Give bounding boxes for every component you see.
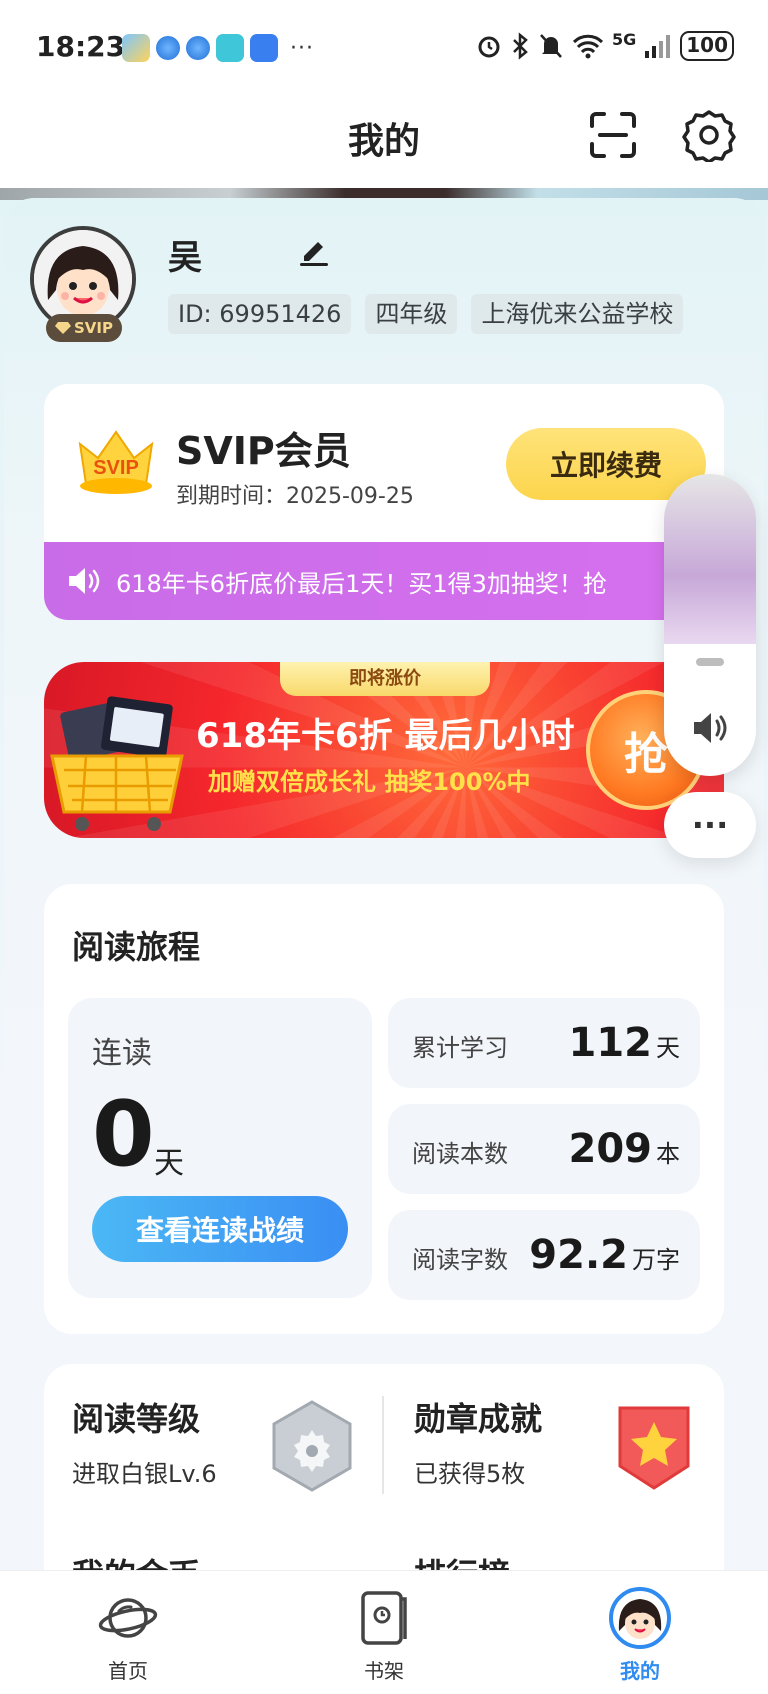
stat-unit: 万字 [632,1246,680,1274]
diamond-icon [55,322,71,334]
streak-box: 连读 0 天 查看连读战绩 [68,998,372,1298]
avatar[interactable]: SVIP [30,226,140,342]
planet-icon [98,1598,158,1638]
page-title: 我的 [347,121,420,162]
tab-mine[interactable]: 我的 [580,1587,700,1684]
tab-bookshelf-label: 书架 [364,1659,404,1683]
status-system-icons: 5G 100 [476,30,734,61]
volume-icon[interactable] [690,710,730,746]
shopping-cart-icon [50,696,184,831]
svip-expire-date: 到期时间：2025-09-25 [176,484,414,509]
user-id-chip: ID: 69951426 [168,294,352,334]
badges-count: 已获得5枚 [414,1460,526,1488]
stat-value: 209 [568,1126,653,1172]
scan-icon[interactable] [588,110,638,160]
grid-divider [382,1396,384,1494]
browser-app-icon [156,36,180,60]
profile-chips: ID: 69951426 四年级 上海优来公益学校 [168,294,684,334]
status-notification-icons: ··· [122,34,314,62]
svip-badge-label: SVIP [74,319,113,337]
crown-label: SVIP [93,457,139,479]
school-chip: 上海优来公益学校 [471,294,684,334]
security-app-icon [250,34,278,62]
network-type: 5G [611,30,637,49]
stat-value: 112 [568,1020,653,1066]
svip-title: SVIP会员 [176,429,351,473]
stat-value: 92.2 [529,1232,628,1278]
battery-indicator: 100 [680,30,734,61]
banner-title: 618年卡6折 最后几小时 [196,716,575,756]
journey-title: 阅读旅程 [72,928,201,966]
svip-crown-icon: SVIP [78,430,154,494]
banner-subtitle: 加赠双倍成长礼 抽奖100%中 [208,768,531,796]
bookshelf-icon [361,1591,407,1645]
weather-app-icon [122,34,150,62]
stat-words-read[interactable]: 阅读字数 92.2 万字 [388,1210,700,1300]
streak-value: 0 [92,1082,155,1187]
badges-title[interactable]: 勋章成就 [414,1394,542,1440]
svip-badge: SVIP [46,314,122,342]
more-options-button[interactable]: ··· [664,792,756,858]
volume-drag-handle[interactable] [696,658,724,666]
tab-home[interactable]: 首页 [68,1587,188,1684]
user-name: 吴 [168,238,202,278]
status-time: 18:23 [36,30,126,63]
star-medal-icon[interactable] [614,1402,694,1492]
mute-bell-icon [540,33,562,58]
stat-books-read[interactable]: 阅读本数 209 本 [388,1104,700,1194]
edit-pencil-icon[interactable] [296,232,332,268]
nav-header: 我的 [0,92,768,188]
stat-label: 累计学习 [412,1034,508,1062]
streak-label: 连读 [92,1036,152,1071]
promo-text: 618年卡6折底价最后1天！买1得3加抽奖！抢 [116,569,607,598]
reading-level-title[interactable]: 阅读等级 [72,1394,200,1440]
tab-mine-label: 我的 [620,1659,660,1683]
stat-unit: 本 [656,1140,680,1168]
stat-label: 阅读本数 [412,1140,508,1168]
bluetooth-icon [513,31,528,60]
more-notifications-icon: ··· [290,35,314,61]
reading-journey-card: 阅读旅程 连读 0 天 查看连读战绩 累计学习 112 天 阅读本数 209 本… [44,884,724,1334]
reading-level-value: 进取白银Lv.6 [72,1460,217,1488]
view-streak-button[interactable]: 查看连读战绩 [92,1196,348,1262]
banner-tag: 即将涨价 [280,662,490,696]
browser-app-icon-2 [186,36,210,60]
svip-membership-card: SVIP SVIP会员 到期时间：2025-09-25 立即续费 618年卡6折… [44,384,724,620]
book-app-icon [216,34,244,62]
bottom-tab-bar: 首页 书架 我的 [0,1570,768,1694]
volume-level-area[interactable] [664,474,756,644]
settings-gear-icon[interactable] [682,108,736,162]
grade-chip: 四年级 [365,294,458,334]
silver-level-icon[interactable] [270,1400,354,1492]
signal-icon [645,34,671,58]
stat-label: 阅读字数 [412,1246,508,1274]
status-bar: 18:23 ··· 5G 100 [0,0,768,92]
wifi-icon [572,34,604,58]
promo-marquee[interactable]: 618年卡6折底价最后1天！买1得3加抽奖！抢 [44,542,724,620]
speaker-icon [69,568,100,594]
mine-avatar-icon [609,1587,671,1649]
alarm-icon [478,36,500,57]
tab-bookshelf[interactable]: 书架 [324,1587,444,1684]
tab-home-label: 首页 [108,1659,148,1683]
promo-banner[interactable]: 即将涨价 618年卡6折 最后几小时 加赠双倍成长礼 抽奖100%中 抢 [44,662,724,838]
stat-study-days[interactable]: 累计学习 112 天 [388,998,700,1088]
floating-volume-panel[interactable] [664,474,756,776]
streak-unit: 天 [154,1146,184,1181]
stat-unit: 天 [656,1034,680,1062]
